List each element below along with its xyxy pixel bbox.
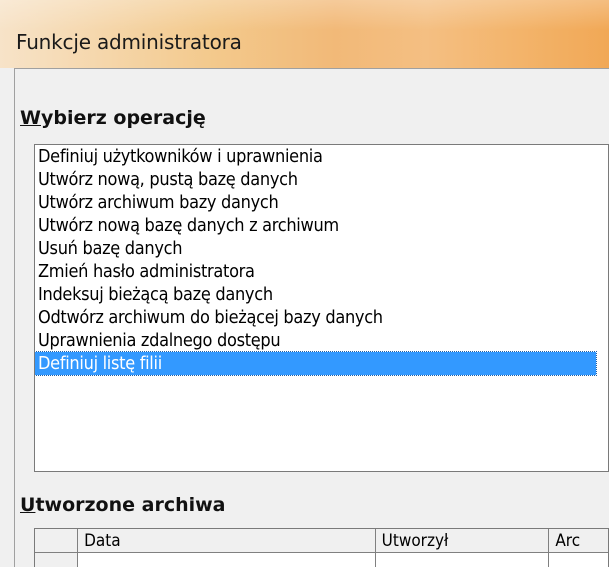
- list-item-create-empty-db[interactable]: Utwórz nową, pustą bazę danych: [35, 168, 608, 191]
- table-cell[interactable]: [78, 553, 376, 567]
- list-item-create-archive[interactable]: Utwórz archiwum bazy danych: [35, 191, 608, 214]
- operations-label: Wybierz operację: [20, 107, 206, 129]
- archives-label-mnemonic: U: [20, 494, 36, 516]
- column-header-created-by[interactable]: Utworzył: [375, 529, 550, 553]
- archives-label: Utworzone archiwa: [20, 494, 226, 516]
- grid-header-row: Data Utworzył Arc: [35, 529, 608, 553]
- row-header-cell[interactable]: [35, 553, 79, 567]
- column-header-archive[interactable]: Arc: [549, 529, 608, 553]
- table-cell[interactable]: [549, 553, 608, 567]
- table-cell[interactable]: [375, 553, 550, 567]
- column-header-date[interactable]: Data: [78, 529, 376, 553]
- list-item-index-db[interactable]: Indeksuj bieżącą bazę danych: [35, 283, 608, 306]
- archives-label-text: tworzone archiwa: [35, 494, 226, 516]
- list-item-change-admin-password[interactable]: Zmień hasło administratora: [35, 260, 608, 283]
- operations-listbox[interactable]: Definiuj użytkowników i uprawnienia Utwó…: [34, 144, 609, 472]
- operations-label-mnemonic: W: [20, 107, 41, 129]
- archives-grid[interactable]: Data Utworzył Arc: [34, 528, 609, 567]
- operations-label-text: ybierz operację: [40, 107, 206, 129]
- list-item-define-branches[interactable]: Definiuj listę filii: [35, 351, 597, 376]
- table-row[interactable]: [35, 553, 608, 567]
- list-item-define-users[interactable]: Definiuj użytkowników i uprawnienia: [35, 145, 608, 168]
- list-item-create-db-from-archive[interactable]: Utwórz nową bazę danych z archiwum: [35, 214, 608, 237]
- grid-corner-cell: [35, 529, 79, 553]
- list-item-delete-db[interactable]: Usuń bazę danych: [35, 237, 608, 260]
- window-titlebar[interactable]: Funkcje administratora: [0, 0, 609, 68]
- list-item-remote-access[interactable]: Uprawnienia zdalnego dostępu: [35, 329, 608, 352]
- window-title: Funkcje administratora: [16, 30, 242, 54]
- list-item-restore-archive[interactable]: Odtwórz archiwum do bieżącej bazy danych: [35, 306, 608, 329]
